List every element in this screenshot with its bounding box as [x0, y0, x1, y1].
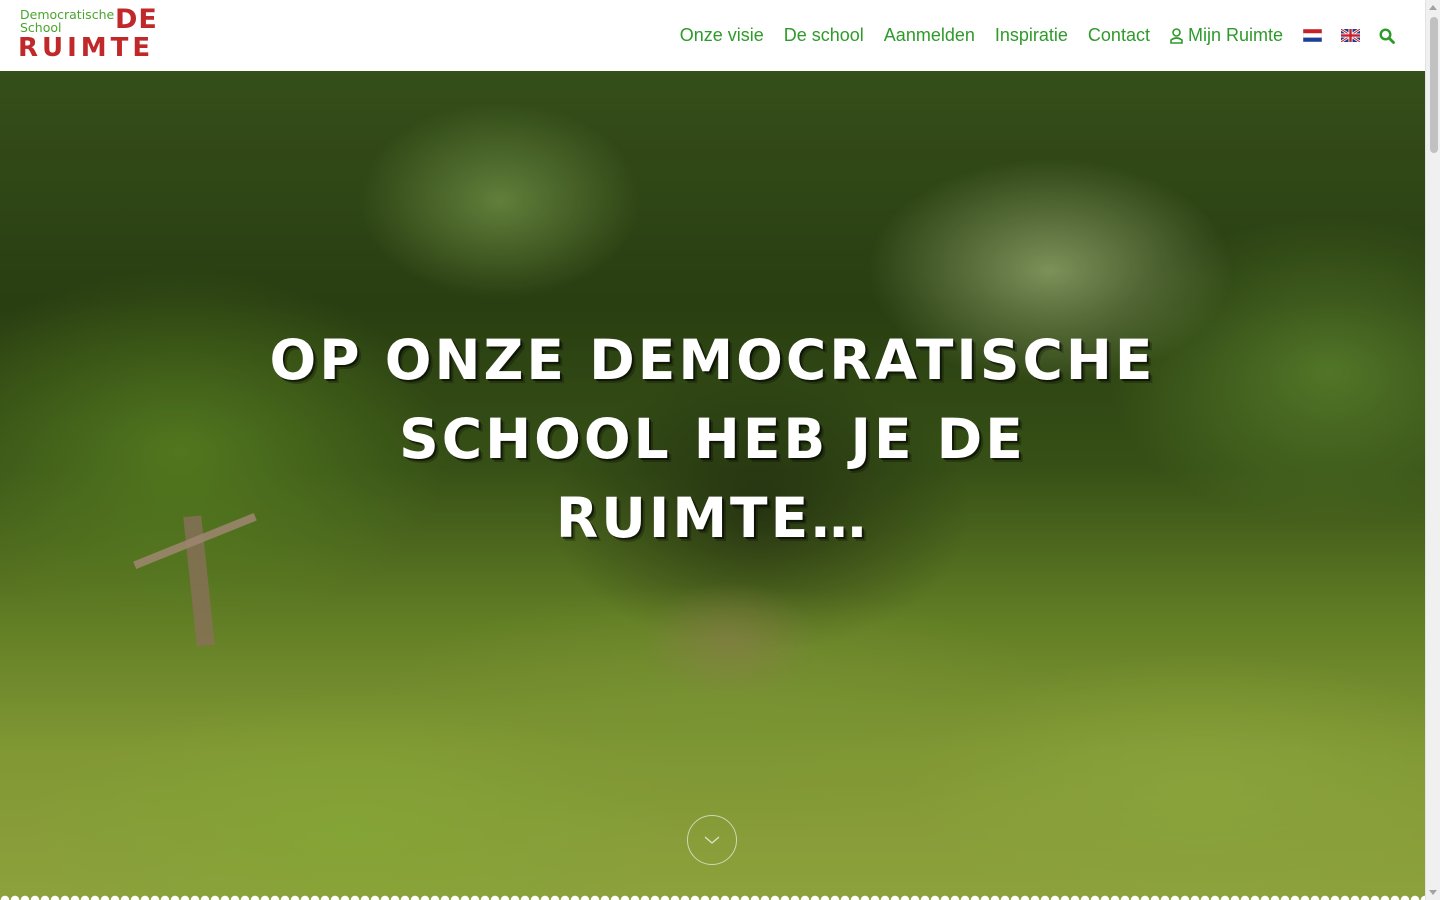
hero-scalloped-edge — [0, 894, 1425, 900]
nl-flag-icon[interactable] — [1303, 29, 1322, 42]
page-scrollbar[interactable] — [1425, 0, 1440, 900]
nav-item-contact[interactable]: Contact — [1088, 25, 1150, 46]
site-header: Democratische School DE RUIMTE Onze visi… — [0, 0, 1425, 71]
logo-de: DE — [115, 4, 158, 35]
hero-headline-line2: school heb je de — [399, 407, 1026, 471]
scroll-down-button[interactable] — [687, 815, 737, 865]
search-icon[interactable] — [1379, 27, 1395, 44]
nav-item-mijn-ruimte[interactable]: Mijn Ruimte — [1170, 25, 1283, 46]
hero-video-background: Op onze democratische school heb je de r… — [0, 71, 1425, 900]
main-nav: Onze visie De school Aanmelden Inspirati… — [680, 0, 1425, 71]
nav-item-onze-visie[interactable]: Onze visie — [680, 25, 764, 46]
nav-item-mijn-ruimte-label: Mijn Ruimte — [1187, 25, 1283, 45]
nav-item-de-school[interactable]: De school — [784, 25, 864, 46]
en-flag-icon[interactable] — [1341, 29, 1360, 42]
user-icon — [1170, 27, 1183, 44]
hero-headline-line3: ruimte… — [555, 486, 870, 550]
logo-tagline: Democratische School — [20, 8, 114, 34]
scrollbar-thumb[interactable] — [1430, 17, 1438, 153]
nav-item-inspiratie[interactable]: Inspiratie — [995, 25, 1068, 46]
site-logo[interactable]: Democratische School DE RUIMTE — [18, 4, 168, 64]
nav-item-aanmelden[interactable]: Aanmelden — [884, 25, 975, 46]
hero-headline: Op onze democratische school heb je de r… — [230, 321, 1195, 558]
scroll-up-arrow-icon[interactable] — [1429, 5, 1437, 10]
logo-ruimte: RUIMTE — [18, 33, 155, 63]
scroll-down-arrow-icon[interactable] — [1429, 890, 1437, 895]
hero-headline-line1: Op onze democratische — [269, 328, 1156, 392]
chevron-down-icon — [704, 836, 720, 844]
